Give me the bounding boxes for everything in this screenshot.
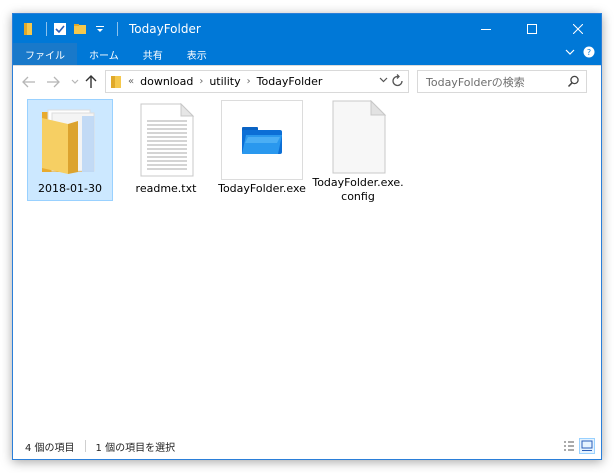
file-item-readme[interactable]: readme.txt — [123, 99, 209, 201]
search-icon[interactable] — [567, 75, 580, 91]
app-folder-icon — [221, 100, 303, 180]
folder-small-icon[interactable] — [21, 21, 37, 37]
title-bar: TodayFolder — [13, 14, 601, 43]
address-dropdown-icon[interactable] — [379, 75, 388, 87]
ribbon-controls: ? — [565, 46, 595, 61]
tab-file[interactable]: ファイル — [13, 43, 77, 65]
minimize-icon[interactable] — [463, 14, 509, 43]
file-list[interactable]: 2018-01-30 readme.txt TodayFolder.exe To… — [13, 98, 601, 434]
toolbar-separator — [117, 21, 118, 36]
back-arrow-icon[interactable] — [21, 74, 37, 90]
close-icon[interactable] — [555, 14, 601, 43]
file-item-exe[interactable]: TodayFolder.exe — [218, 99, 306, 201]
file-name: 2018-01-30 — [38, 182, 102, 195]
search-box[interactable]: TodayFolderの検索 — [417, 70, 587, 93]
ribbon-tabs: ファイル ホーム 共有 表示 ? — [13, 43, 601, 65]
maximize-icon[interactable] — [509, 14, 555, 43]
svg-text:?: ? — [587, 48, 591, 57]
refresh-icon[interactable] — [391, 73, 405, 92]
status-separator — [84, 440, 86, 452]
file-item-config[interactable]: TodayFolder.exe.config — [312, 99, 404, 203]
toolbar-separator — [46, 21, 47, 36]
tab-home[interactable]: ホーム — [77, 43, 131, 65]
file-name: TodayFolder.exe.config — [312, 176, 404, 203]
forward-arrow-icon[interactable] — [45, 74, 61, 90]
item-count: 4 個の項目 — [25, 442, 75, 454]
address-bar[interactable]: « download › utility › TodayFolder — [105, 70, 409, 93]
tab-view[interactable]: 表示 — [175, 43, 219, 65]
folder-icon — [29, 100, 111, 180]
file-name: TodayFolder.exe — [218, 182, 306, 195]
tab-share[interactable]: 共有 — [131, 43, 175, 65]
text-file-icon — [125, 100, 207, 180]
file-name: readme.txt — [135, 182, 197, 195]
view-switcher — [561, 438, 595, 454]
properties-icon[interactable] — [52, 21, 68, 37]
up-arrow-icon[interactable] — [83, 74, 99, 90]
status-bar: 4 個の項目 1 個の項目を選択 — [13, 433, 601, 459]
recent-locations-chevron-icon[interactable] — [67, 74, 83, 90]
blank-file-icon — [317, 100, 399, 174]
new-folder-icon[interactable] — [72, 21, 88, 37]
large-icons-view-icon[interactable] — [579, 438, 595, 454]
search-placeholder: TodayFolderの検索 — [426, 75, 525, 89]
expand-ribbon-icon[interactable] — [565, 47, 575, 60]
breadcrumb-separator[interactable]: › — [247, 76, 251, 87]
quick-access-toolbar — [13, 14, 123, 43]
window-title: TodayFolder — [129, 21, 201, 36]
file-item-folder[interactable]: 2018-01-30 — [27, 99, 113, 201]
breadcrumb-overflow[interactable]: « — [128, 76, 134, 87]
breadcrumb-utility[interactable]: utility — [209, 75, 240, 88]
navigation-bar: « download › utility › TodayFolder Today… — [13, 66, 601, 98]
explorer-window: TodayFolder ファイル ホーム 共有 表示 ? « download … — [12, 13, 602, 460]
breadcrumb-todayfolder[interactable]: TodayFolder — [257, 75, 323, 88]
breadcrumb-download[interactable]: download — [140, 75, 193, 88]
details-view-icon[interactable] — [561, 438, 577, 454]
caption-buttons — [463, 14, 601, 43]
folder-address-icon — [110, 75, 122, 89]
breadcrumb-separator[interactable]: › — [199, 76, 203, 87]
help-icon[interactable]: ? — [583, 46, 595, 61]
selection-count: 1 個の項目を選択 — [95, 442, 176, 454]
customize-toolbar-icon[interactable] — [92, 21, 108, 37]
